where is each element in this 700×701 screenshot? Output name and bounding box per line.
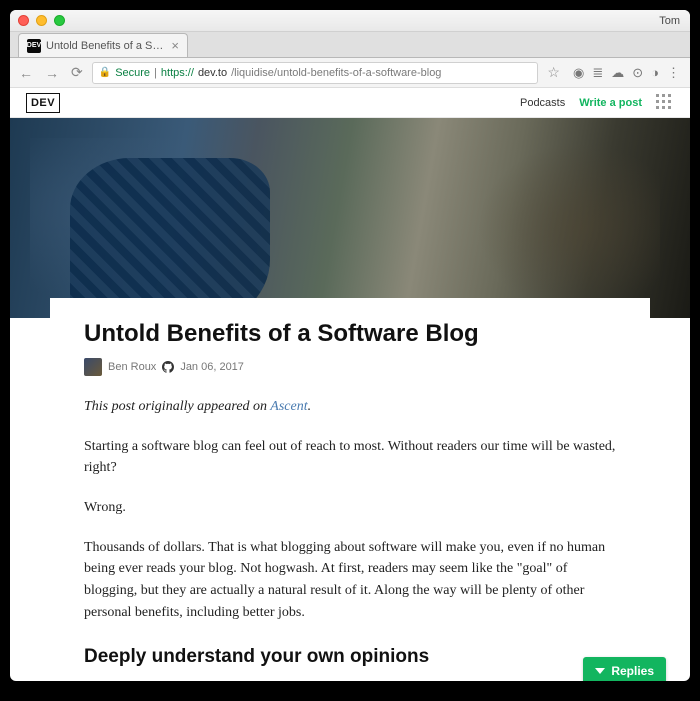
article-card: Untold Benefits of a Software Blog Ben R… xyxy=(50,298,650,681)
github-icon[interactable] xyxy=(162,361,174,373)
minimize-window-button[interactable] xyxy=(36,15,47,26)
ext-icon-3[interactable]: ☁ xyxy=(611,65,624,81)
article-body: This post originally appeared on Ascent.… xyxy=(84,396,616,671)
tab-bar: DEV Untold Benefits of a Software × xyxy=(10,32,690,58)
ext-icon-5[interactable]: ◑ xyxy=(651,65,659,81)
paragraph-3: Thousands of dollars. That is what blogg… xyxy=(84,537,616,624)
url-divider: | xyxy=(154,67,157,79)
maximize-window-button[interactable] xyxy=(54,15,65,26)
back-button[interactable]: ← xyxy=(16,65,36,81)
nav-podcasts[interactable]: Podcasts xyxy=(520,97,565,109)
intro-prefix: This post originally appeared on xyxy=(84,399,270,414)
browser-tab[interactable]: DEV Untold Benefits of a Software × xyxy=(18,33,188,57)
replies-label: Replies xyxy=(611,664,654,678)
user-label: Tom xyxy=(659,15,680,27)
paragraph-1: Starting a software blog can feel out of… xyxy=(84,436,616,479)
tab-favicon: DEV xyxy=(27,39,41,53)
article-wrap: Untold Benefits of a Software Blog Ben R… xyxy=(10,298,690,681)
menu-icon[interactable]: ⋮ xyxy=(667,65,680,81)
address-row: ← → ⟳ 🔒 Secure | https:// dev.to/liquidis… xyxy=(10,58,690,88)
tab-title: Untold Benefits of a Software xyxy=(46,40,166,52)
article-meta: Ben Roux Jan 06, 2017 xyxy=(84,358,616,376)
nav-grid-icon[interactable] xyxy=(656,94,674,112)
ext-icon-1[interactable]: ◉ xyxy=(573,65,584,81)
paragraph-2: Wrong. xyxy=(84,497,616,519)
ext-icon-4[interactable]: ⊙ xyxy=(632,65,643,81)
article-date: Jan 06, 2017 xyxy=(180,361,244,373)
url-prefix: https:// xyxy=(161,67,194,79)
secure-label: Secure xyxy=(115,67,150,79)
close-tab-icon[interactable]: × xyxy=(171,38,179,53)
ext-icon-2[interactable]: ≣ xyxy=(592,65,603,81)
browser-window: Tom DEV Untold Benefits of a Software × … xyxy=(10,10,690,681)
chevron-down-icon xyxy=(595,668,605,674)
site-logo[interactable]: DEV xyxy=(26,93,60,113)
section-heading-1: Deeply understand your own opinions xyxy=(84,642,616,671)
window-titlebar: Tom xyxy=(10,10,690,32)
bookmark-icon[interactable]: ☆ xyxy=(544,64,563,81)
toolbar-icons: ◉ ≣ ☁ ⊙ ◑ ⋮ xyxy=(569,65,684,81)
address-bar[interactable]: 🔒 Secure | https:// dev.to/liquidise/unto… xyxy=(92,62,539,84)
intro-paragraph: This post originally appeared on Ascent. xyxy=(84,396,616,418)
page-content: DEV Podcasts Write a post Untold Benefit… xyxy=(10,88,690,681)
close-window-button[interactable] xyxy=(18,15,29,26)
hero-image xyxy=(10,118,690,318)
article-title: Untold Benefits of a Software Blog xyxy=(84,320,616,348)
intro-suffix: . xyxy=(308,399,312,414)
url-host: dev.to xyxy=(198,67,227,79)
reload-button[interactable]: ⟳ xyxy=(68,64,86,81)
nav-write-post[interactable]: Write a post xyxy=(579,97,642,109)
site-nav: DEV Podcasts Write a post xyxy=(10,88,690,118)
author-avatar[interactable] xyxy=(84,358,102,376)
intro-link[interactable]: Ascent xyxy=(270,399,307,414)
forward-button[interactable]: → xyxy=(42,65,62,81)
traffic-lights xyxy=(18,15,65,26)
replies-button[interactable]: Replies xyxy=(583,657,666,681)
lock-icon: 🔒 xyxy=(99,67,111,78)
url-path: /liquidise/untold-benefits-of-a-software… xyxy=(231,67,441,79)
author-name[interactable]: Ben Roux xyxy=(108,361,156,373)
